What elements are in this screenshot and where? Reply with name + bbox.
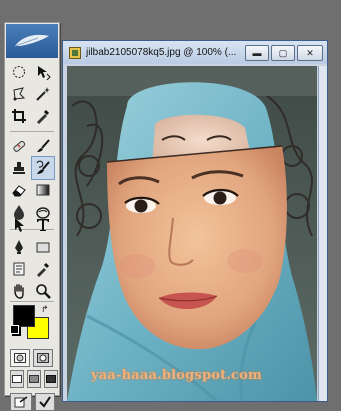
type-icon xyxy=(37,219,49,231)
hand-tool[interactable] xyxy=(8,280,30,302)
type-tool[interactable] xyxy=(32,214,54,236)
watermark-text: yaa-haaa.blogspot.com xyxy=(91,368,262,383)
lasso-icon xyxy=(13,87,26,101)
feather-icon xyxy=(14,34,49,47)
image-canvas[interactable]: yaa-haaa.blogspot.com xyxy=(67,66,317,401)
standard-mode-button[interactable] xyxy=(10,349,30,367)
zoom-icon xyxy=(36,284,51,299)
document-icon xyxy=(69,46,81,59)
screen-mode-full-icon xyxy=(46,375,56,383)
notes-icon xyxy=(13,262,25,276)
eraser-icon xyxy=(12,185,26,197)
screen-mode-row xyxy=(10,370,58,388)
path-select-icon xyxy=(15,218,24,232)
screen-mode-full-button[interactable] xyxy=(44,370,58,388)
foreground-color-swatch[interactable] xyxy=(13,305,35,327)
mask-mode-row xyxy=(10,349,53,367)
shape-tool[interactable] xyxy=(32,236,54,258)
gradient-tool[interactable] xyxy=(32,179,54,201)
divider xyxy=(10,301,54,302)
window-controls: ▬ ▢ ✕ xyxy=(245,45,323,61)
healing-brush-tool[interactable] xyxy=(8,135,30,157)
tool-options-button[interactable] xyxy=(35,393,55,411)
screen-mode-full-menu-button[interactable] xyxy=(27,370,41,388)
screen-mode-full-menu-icon xyxy=(29,375,39,383)
standard-mode-icon xyxy=(14,353,26,363)
move-tool[interactable] xyxy=(32,61,54,83)
eyedropper-2-icon xyxy=(37,262,50,277)
notes-tool[interactable] xyxy=(8,258,30,280)
magic-wand-tool[interactable] xyxy=(32,83,54,105)
jump-to-imageready-button[interactable] xyxy=(10,393,32,411)
stamp-tool[interactable] xyxy=(8,157,30,179)
imageready-icon xyxy=(14,396,28,408)
close-button[interactable]: ✕ xyxy=(297,45,323,61)
toolbox-header[interactable] xyxy=(6,24,58,58)
tools-panel: ↱ xyxy=(4,22,60,411)
marquee-icon xyxy=(13,66,25,78)
shape-icon xyxy=(36,242,50,253)
eyedropper-icon xyxy=(37,109,50,124)
slice-tool[interactable] xyxy=(32,105,54,127)
jump-row xyxy=(10,393,55,411)
crop-tool[interactable] xyxy=(8,105,30,127)
screen-mode-standard-button[interactable] xyxy=(10,370,24,388)
maximize-button[interactable]: ▢ xyxy=(271,45,295,61)
minimize-icon: ▬ xyxy=(252,47,262,58)
default-colors-icon[interactable] xyxy=(10,325,19,334)
hand-icon xyxy=(14,284,24,299)
minimize-button[interactable]: ▬ xyxy=(245,45,269,61)
swap-colors-icon[interactable]: ↱ xyxy=(41,304,49,315)
tool-grid xyxy=(8,61,56,127)
eyedropper-tool[interactable] xyxy=(32,258,54,280)
gradient-icon xyxy=(36,184,50,196)
screen-mode-standard-icon xyxy=(12,375,22,383)
history-brush-tool[interactable] xyxy=(31,156,55,180)
magic-wand-icon xyxy=(36,87,50,101)
history-brush-icon xyxy=(36,160,50,174)
divider xyxy=(10,131,54,132)
healing-brush-icon xyxy=(13,140,26,152)
pen-icon xyxy=(15,240,23,254)
close-icon: ✕ xyxy=(306,47,314,58)
window-title: jilbab2105078kq5.jpg @ 100% (... xyxy=(86,47,237,58)
check-icon xyxy=(39,396,51,408)
eraser-tool[interactable] xyxy=(8,179,30,201)
quick-mask-icon xyxy=(37,353,49,363)
crop-icon xyxy=(12,109,26,123)
maximize-icon: ▢ xyxy=(278,47,288,58)
brush-tool[interactable] xyxy=(32,135,54,157)
stamp-icon xyxy=(13,162,25,174)
image-window-titlebar[interactable]: jilbab2105078kq5.jpg @ 100% (... ▬ ▢ ✕ xyxy=(63,41,327,64)
path-select-tool[interactable] xyxy=(8,214,30,236)
zoom-tool[interactable] xyxy=(32,280,54,302)
quick-mask-button[interactable] xyxy=(33,349,53,367)
tool-grid-2 xyxy=(8,135,56,223)
marquee-tool[interactable] xyxy=(8,61,30,83)
tool-grid-3 xyxy=(8,214,56,302)
image-window: jilbab2105078kq5.jpg @ 100% (... ▬ ▢ ✕ y… xyxy=(62,40,328,402)
pen-tool[interactable] xyxy=(8,236,30,258)
brush-icon xyxy=(37,139,50,152)
vertical-scrollbar[interactable] xyxy=(318,66,327,401)
move-icon xyxy=(38,66,51,80)
lasso-tool[interactable] xyxy=(8,83,30,105)
photo-image xyxy=(67,66,317,401)
